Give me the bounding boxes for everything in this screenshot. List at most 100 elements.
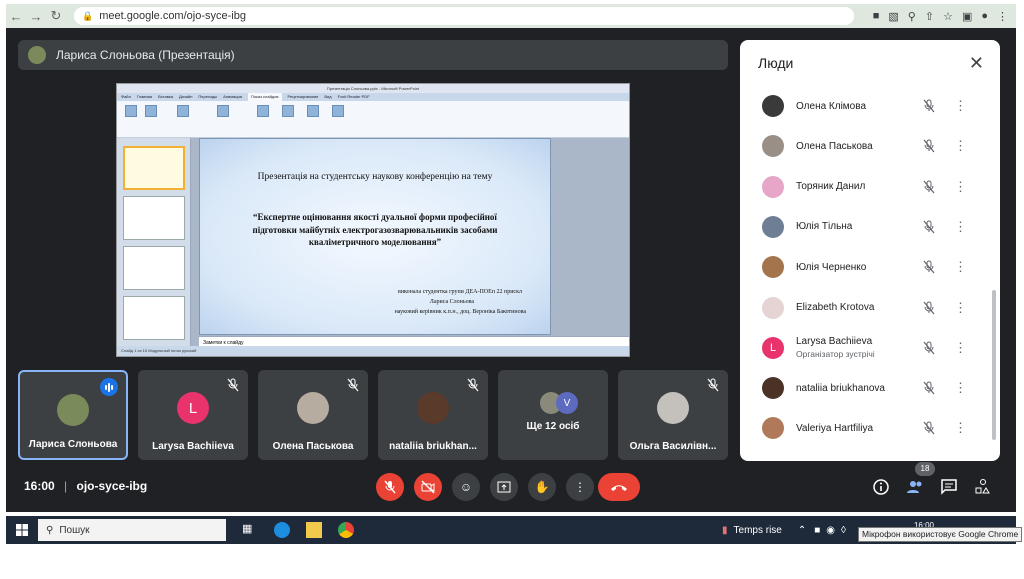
ppt-body: Презентація на студентську наукову конфе… — [117, 138, 629, 348]
kebab-menu-icon[interactable]: ⋮ — [954, 180, 967, 193]
present-button[interactable] — [490, 473, 518, 501]
participant-tile[interactable]: V Ще 12 осіб — [498, 370, 608, 460]
camera-icon[interactable]: ■ — [873, 10, 880, 23]
kebab-menu-icon[interactable]: ⋮ — [954, 139, 967, 152]
participant-tile-name: Larysa Bachiieva — [152, 441, 234, 452]
address-bar[interactable]: 🔒 meet.google.com/ojo-syce-ibg — [74, 7, 854, 25]
chrome-icon[interactable] — [338, 522, 354, 538]
weather-text[interactable]: Temps rise — [734, 525, 782, 536]
participant-name: Олена Паськова — [796, 140, 873, 152]
meeting-time: 16:00 — [24, 479, 55, 493]
participant-text: Олена Клімова — [796, 101, 918, 112]
ppt-status-bar: Слайд 1 из 15 Модульный поток русский — [117, 346, 629, 356]
file-explorer-icon[interactable] — [306, 522, 322, 538]
participant-tile[interactable]: L Larysa Bachiieva — [138, 370, 248, 460]
participant-row[interactable]: Valeriya Hartfiliya ⋮ — [740, 408, 990, 448]
raise-hand-button[interactable]: ✋ — [528, 473, 556, 501]
more-options-button[interactable]: ⋮ — [566, 473, 594, 501]
participant-tile[interactable]: Олена Паськова — [258, 370, 368, 460]
sidepanel-icon[interactable]: ▣ — [962, 10, 972, 23]
participant-row[interactable]: nataliia briukhanova ⋮ — [740, 368, 990, 408]
presenter-avatar — [28, 46, 46, 64]
activities-icon[interactable] — [974, 478, 992, 496]
participant-tile-name: Олена Паськова — [272, 441, 354, 452]
mic-muted-icon — [466, 378, 480, 392]
participant-text: Юлія Черненко — [796, 262, 918, 273]
participant-role: Організатор зустрічі — [796, 349, 875, 360]
kebab-menu-icon[interactable]: ⋮ — [954, 260, 967, 273]
participant-row[interactable]: Юлія Тільна ⋮ — [740, 207, 990, 247]
meet-stage: Лариса Слоньова (Презентація) Презентаці… — [6, 28, 1016, 512]
mic-muted-icon[interactable] — [922, 341, 936, 355]
mic-muted-icon[interactable] — [922, 260, 936, 274]
participant-row[interactable]: Олена Клімова ⋮ — [740, 86, 990, 126]
kebab-menu-icon[interactable]: ⋮ — [954, 301, 967, 314]
task-view-icon[interactable]: ▦ — [242, 522, 258, 538]
mic-muted-icon[interactable] — [922, 381, 936, 395]
mic-usage-tooltip: Мікрофон використовує Google Chrome — [858, 527, 1023, 542]
kebab-menu-icon[interactable]: ⋮ — [954, 341, 967, 354]
taskbar-search-placeholder: Пошук — [59, 524, 90, 536]
forward-icon[interactable]: → — [26, 9, 46, 24]
tray-chevron-icon[interactable]: ⌃ — [798, 525, 806, 536]
reload-icon[interactable]: ↻ — [46, 8, 66, 24]
close-icon[interactable]: ✕ — [969, 53, 984, 74]
kebab-menu-icon[interactable]: ⋮ — [954, 99, 967, 112]
taskbar-search[interactable]: ⚲ Пошук — [38, 519, 226, 541]
participant-row[interactable]: Олена Паськова ⋮ — [740, 126, 990, 166]
participant-tile[interactable]: Ольга Василівн... — [618, 370, 728, 460]
kebab-menu-icon[interactable]: ⋮ — [954, 381, 967, 394]
share-icon[interactable]: ⇧ — [925, 10, 934, 23]
participant-row[interactable]: L Larysa Bachiieva Організатор зустрічі ⋮ — [740, 328, 990, 368]
profile-avatar[interactable]: ● — [981, 10, 988, 23]
participant-row[interactable]: Торяник Данил ⋮ — [740, 167, 990, 207]
emoji-icon: ☺ — [459, 480, 473, 494]
chat-icon[interactable] — [940, 478, 958, 496]
kebab-menu-icon[interactable]: ⋮ — [954, 220, 967, 233]
windows-start-icon[interactable] — [16, 524, 28, 536]
participant-avatar — [762, 175, 784, 198]
edge-icon[interactable] — [274, 522, 290, 538]
meeting-info: 16:00 | ojo-syce-ibg — [24, 479, 147, 493]
people-icon[interactable] — [906, 478, 924, 496]
screenshot-frame: ← → ↻ 🔒 meet.google.com/ojo-syce-ibg ■ ▧… — [0, 0, 1024, 579]
participant-text: Valeriya Hartfiliya — [796, 423, 918, 434]
tray-icons[interactable]: ■◉◊ — [814, 525, 852, 536]
participant-avatar — [762, 256, 784, 279]
emoji-button[interactable]: ☺ — [452, 473, 480, 501]
kebab-menu-icon[interactable]: ⋮ — [954, 421, 967, 434]
camera-off-button[interactable] — [414, 473, 442, 501]
mic-off-button[interactable] — [376, 473, 404, 501]
translate-icon[interactable]: ▧ — [888, 10, 898, 23]
meeting-controls: 16:00 | ojo-syce-ibg ☺ ✋ ⋮ 18 — [6, 462, 1016, 512]
mic-muted-icon[interactable] — [922, 139, 936, 153]
author-line-2: Лариса Слоньова — [429, 299, 474, 305]
participant-tile-name: nataliia briukhan... — [389, 441, 477, 452]
mic-off-icon — [384, 480, 396, 494]
kebab-menu-icon[interactable]: ⋮ — [997, 10, 1008, 23]
people-scrollbar[interactable] — [992, 290, 996, 440]
mic-muted-icon[interactable] — [922, 220, 936, 234]
mic-muted-icon[interactable] — [922, 99, 936, 113]
participant-avatar — [762, 377, 784, 400]
presenter-label: Лариса Слоньова (Презентація) — [56, 48, 235, 62]
mic-muted-icon[interactable] — [922, 301, 936, 315]
participant-row[interactable]: Elizabeth Krotova ⋮ — [740, 288, 990, 328]
mic-muted-icon[interactable] — [922, 180, 936, 194]
camera-off-icon — [421, 480, 435, 494]
end-call-button[interactable] — [598, 473, 640, 501]
people-panel-header: Люди ✕ — [740, 40, 1000, 86]
bookmark-star-icon[interactable]: ☆ — [943, 10, 953, 23]
info-icon[interactable] — [872, 478, 890, 496]
present-screen-icon — [497, 481, 511, 493]
participant-row[interactable]: Юлія Черненко ⋮ — [740, 247, 990, 287]
participant-tile[interactable]: Лариса Слоньова — [18, 370, 128, 460]
back-icon[interactable]: ← — [6, 9, 26, 24]
mic-muted-icon[interactable] — [922, 421, 936, 435]
author-line-1: виконала студентка групи ДЕА-ПОЕп 22 при… — [397, 289, 522, 295]
participant-name: Юлія Тільна — [796, 221, 853, 233]
zoom-icon[interactable]: ⚲ — [908, 10, 916, 23]
participant-avatar — [657, 392, 689, 424]
participant-tile[interactable]: nataliia briukhan... — [378, 370, 488, 460]
participant-name: nataliia briukhanova — [796, 382, 885, 394]
